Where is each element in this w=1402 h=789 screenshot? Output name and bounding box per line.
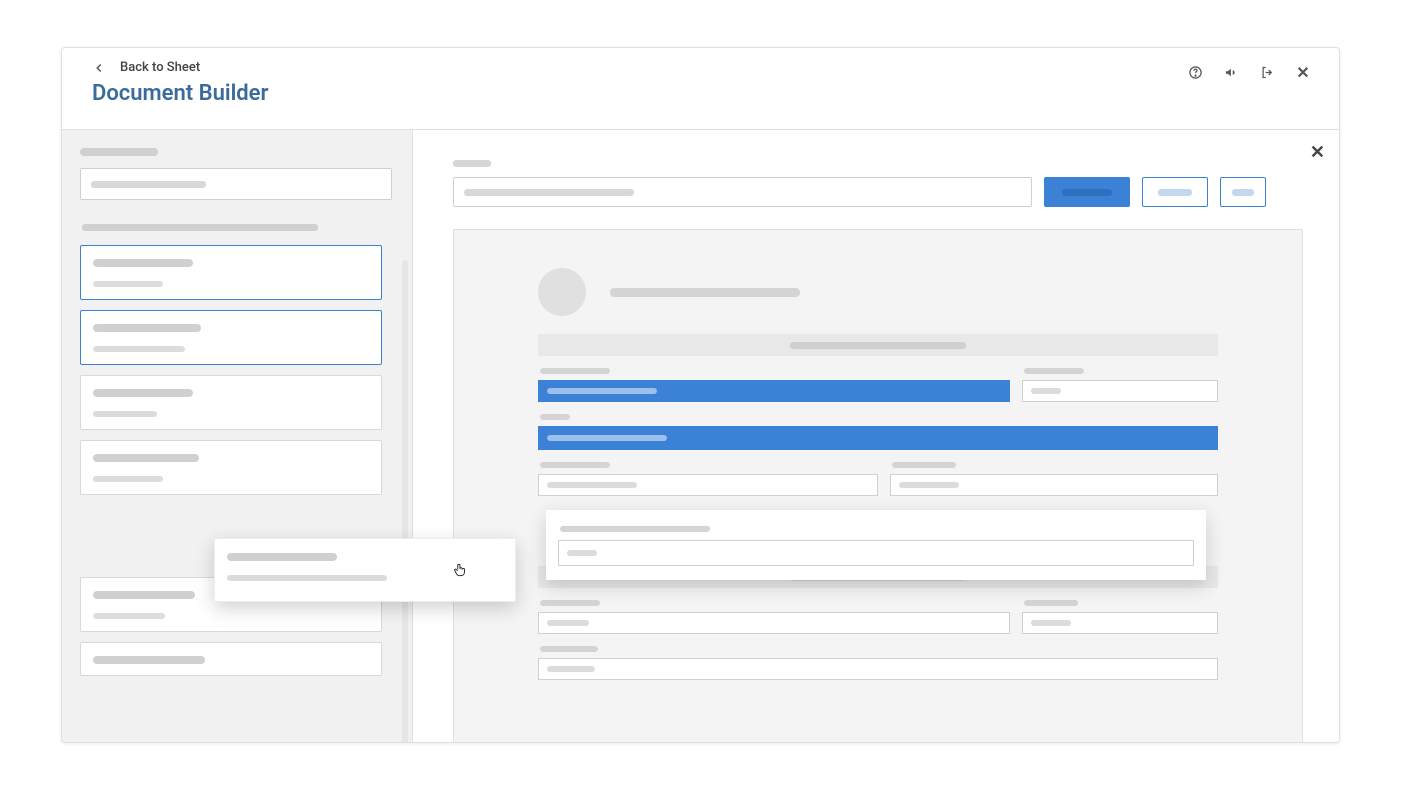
item-title <box>93 656 205 664</box>
back-label: Back to Sheet <box>120 60 200 75</box>
field <box>538 640 1218 680</box>
floating-insert-field[interactable] <box>546 510 1206 580</box>
avatar <box>538 268 586 316</box>
document-section <box>538 334 1218 496</box>
field-input[interactable] <box>538 426 1218 450</box>
item-title <box>93 324 201 332</box>
placeholder <box>567 550 597 556</box>
field-input[interactable] <box>538 658 1218 680</box>
sidebar-section-label <box>82 224 318 231</box>
app-frame: Back to Sheet Document Builder ✕ <box>61 47 1340 743</box>
page-title: Document Builder <box>92 81 268 106</box>
field-label <box>560 526 710 532</box>
field-row <box>538 594 1218 634</box>
header-actions: ✕ <box>1187 60 1311 80</box>
btn-label <box>1158 189 1192 196</box>
field-label <box>1024 368 1084 374</box>
cursor-hand-icon <box>451 561 469 579</box>
document-title <box>610 288 800 297</box>
field-input[interactable] <box>538 474 878 496</box>
sidebar-card-list <box>80 245 382 676</box>
sidebar-item[interactable] <box>80 310 382 365</box>
field-input[interactable] <box>538 612 1010 634</box>
megaphone-icon[interactable] <box>1223 64 1239 80</box>
item-title <box>93 389 193 397</box>
field-label <box>540 368 610 374</box>
arrow-left-icon <box>92 61 106 75</box>
form-label <box>453 160 491 167</box>
item-title <box>227 553 337 561</box>
sidebar-scrollbar[interactable] <box>402 260 408 742</box>
item-subtitle <box>227 575 387 581</box>
field-label <box>540 414 570 420</box>
back-to-sheet-link[interactable]: Back to Sheet <box>92 60 268 75</box>
field <box>538 456 878 496</box>
field <box>538 362 1010 402</box>
field-label <box>540 646 598 652</box>
item-subtitle <box>93 281 163 287</box>
field-row <box>538 408 1218 450</box>
field-label <box>540 600 600 606</box>
field-label <box>892 462 956 468</box>
item-subtitle <box>93 346 185 352</box>
field <box>890 456 1218 496</box>
field-row <box>538 456 1218 496</box>
panel-close-icon[interactable]: ✕ <box>1310 142 1325 163</box>
field-label <box>1024 600 1078 606</box>
item-subtitle <box>93 613 165 619</box>
field-label <box>540 462 610 468</box>
placeholder <box>464 189 634 196</box>
sidebar-search-label <box>80 148 158 156</box>
section-header <box>538 334 1218 356</box>
main-inner <box>413 130 1339 742</box>
item-title <box>93 454 199 462</box>
document-preview <box>453 229 1303 742</box>
field <box>1022 362 1218 402</box>
placeholder <box>91 181 206 188</box>
sidebar <box>62 130 413 742</box>
sidebar-item[interactable] <box>80 245 382 300</box>
body: ✕ <box>62 130 1339 742</box>
tertiary-button[interactable] <box>1220 177 1266 207</box>
form-row <box>453 177 1303 207</box>
sidebar-search-input[interactable] <box>80 168 392 200</box>
item-title <box>93 591 195 599</box>
field-row <box>538 640 1218 680</box>
btn-label <box>1062 189 1112 196</box>
sidebar-item[interactable] <box>80 642 382 676</box>
close-icon[interactable]: ✕ <box>1295 64 1311 80</box>
btn-label <box>1232 189 1254 196</box>
main-panel: ✕ <box>413 130 1339 742</box>
field-input[interactable] <box>1022 380 1218 402</box>
field-input[interactable] <box>1022 612 1218 634</box>
field <box>538 594 1010 634</box>
field <box>538 408 1218 450</box>
item-subtitle <box>93 411 157 417</box>
field-input[interactable] <box>538 380 1010 402</box>
item-title <box>93 259 193 267</box>
item-subtitle <box>93 476 163 482</box>
secondary-button[interactable] <box>1142 177 1208 207</box>
sign-out-icon[interactable] <box>1259 64 1275 80</box>
document-section <box>538 566 1218 680</box>
dragging-sidebar-item[interactable] <box>214 538 516 602</box>
field-input[interactable] <box>890 474 1218 496</box>
document-header <box>538 268 1218 316</box>
sidebar-item[interactable] <box>80 440 382 495</box>
sidebar-item[interactable] <box>80 375 382 430</box>
field-input[interactable] <box>558 540 1194 566</box>
document-name-input[interactable] <box>453 177 1032 207</box>
header: Back to Sheet Document Builder ✕ <box>62 48 1339 130</box>
header-left: Back to Sheet Document Builder <box>92 60 268 106</box>
primary-button[interactable] <box>1044 177 1130 207</box>
field <box>1022 594 1218 634</box>
help-icon[interactable] <box>1187 64 1203 80</box>
field-row <box>538 362 1218 402</box>
